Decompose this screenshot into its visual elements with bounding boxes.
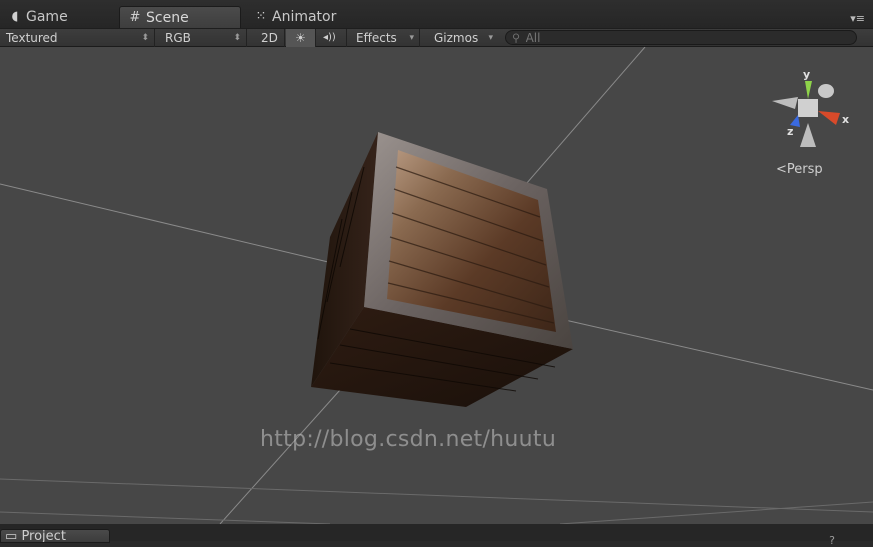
gizmo-y-label: y (803, 68, 810, 81)
orientation-gizmo[interactable]: y x z (772, 68, 849, 147)
persp-label: Persp (786, 162, 823, 177)
tab-bar: ◖ Game # Scene ⁙ Animator ▾≡ (0, 0, 873, 28)
gizmos-label: Gizmos (434, 31, 479, 45)
effects-label: Effects (356, 31, 397, 45)
gizmos-dropdown[interactable]: Gizmos ▾ (428, 29, 498, 47)
grid-icon: # (129, 9, 141, 25)
tab-game-label: Game (26, 9, 68, 25)
tab-animator-label: Animator (272, 9, 337, 25)
color-mode-dropdown[interactable]: RGB ⬍ (159, 29, 247, 47)
bottom-panel: ▭ Project ? (0, 524, 873, 547)
animator-icon: ⁙ (255, 9, 267, 24)
updown-arrow-icon: ⬍ (233, 33, 241, 43)
gizmo-y-cone[interactable] (805, 81, 812, 99)
scene-canvas: y x z (0, 47, 873, 524)
render-mode-dropdown[interactable]: Textured ⬍ (0, 29, 155, 47)
gizmo-neg-x-cone[interactable] (818, 84, 834, 98)
gizmo-x-cone[interactable] (818, 111, 840, 125)
scene-toolbar: Textured ⬍ RGB ⬍ 2D ☀ ◂)) Effects ▾ Gizm… (0, 28, 873, 47)
watermark-text: http://blog.csdn.net/huutu (260, 427, 557, 452)
toggle-2d-label: 2D (261, 31, 278, 45)
tab-game[interactable]: ◖ Game (0, 6, 118, 28)
gizmo-center-cube[interactable] (798, 99, 818, 117)
search-input[interactable] (525, 31, 846, 44)
chevron-down-icon: ▾ (409, 33, 414, 43)
tab-scene-label: Scene (146, 9, 189, 26)
gizmo-z-label: z (787, 125, 793, 138)
tab-menu-button[interactable]: ▾≡ (850, 12, 865, 25)
scene-search[interactable]: ⚲ (505, 30, 857, 45)
chevron-down-icon: ▾ (488, 33, 493, 43)
effects-dropdown[interactable]: Effects ▾ (350, 29, 420, 47)
gizmo-neg-y-cone[interactable] (800, 123, 816, 147)
crate-model[interactable] (311, 132, 573, 407)
speaker-icon: ◂)) (323, 32, 336, 43)
updown-arrow-icon: ⬍ (141, 33, 149, 43)
toggle-2d-button[interactable]: 2D (255, 29, 285, 47)
render-mode-label: Textured (6, 31, 58, 45)
search-icon: ⚲ (512, 31, 521, 45)
gizmo-x-label: x (842, 113, 849, 126)
projection-toggle[interactable]: <Persp (776, 162, 823, 177)
lighting-toggle-button[interactable]: ☀ (286, 29, 316, 47)
gizmo-neg-x-left-cone[interactable] (772, 97, 798, 109)
pacman-icon: ◖ (11, 9, 19, 24)
color-mode-label: RGB (165, 31, 191, 45)
sun-icon: ☀ (295, 31, 306, 45)
tab-animator[interactable]: ⁙ Animator (246, 6, 364, 28)
chevron-left-icon: < (776, 162, 787, 177)
scene-viewport[interactable]: y x z <Persp http://blog.csdn.net/huutu (0, 47, 873, 524)
tab-scene[interactable]: # Scene (119, 6, 241, 28)
audio-toggle-button[interactable]: ◂)) (317, 29, 347, 47)
